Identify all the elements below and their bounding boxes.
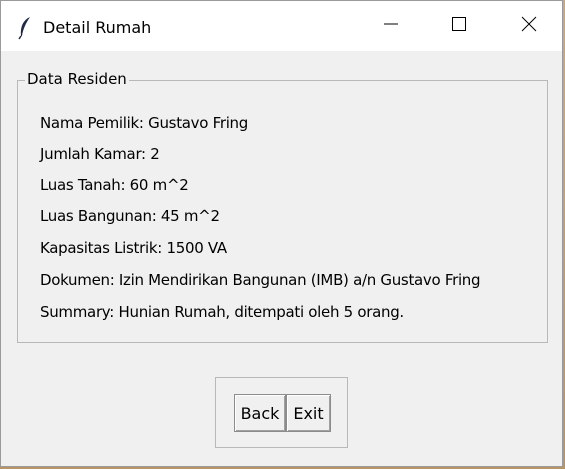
- back-button[interactable]: Back: [234, 394, 286, 432]
- title-bar[interactable]: Detail Rumah: [1, 1, 562, 51]
- exit-button[interactable]: Exit: [286, 394, 331, 432]
- land-area-label: Luas Tanah: 60 m^2: [40, 176, 189, 194]
- maximize-button[interactable]: [425, 1, 493, 51]
- owner-name-label: Nama Pemilik: Gustavo Fring: [40, 114, 248, 132]
- minimize-button[interactable]: [357, 1, 425, 51]
- close-icon: [521, 16, 537, 36]
- feather-icon: [18, 16, 32, 40]
- building-area-label: Luas Bangunan: 45 m^2: [40, 207, 220, 225]
- summary-label: Summary: Hunian Rumah, ditempati oleh 5 …: [40, 303, 404, 321]
- group-legend: Data Residen: [25, 70, 129, 88]
- app-window: Detail Rumah Data Residen Nama Pemilik: …: [0, 0, 563, 467]
- close-button[interactable]: [495, 1, 563, 51]
- maximize-icon: [451, 16, 467, 36]
- document-label: Dokumen: Izin Mendirikan Bangunan (IMB) …: [40, 271, 481, 289]
- minimize-icon: [383, 16, 399, 36]
- room-count-label: Jumlah Kamar: 2: [40, 145, 160, 163]
- electric-capacity-label: Kapasitas Listrik: 1500 VA: [40, 239, 227, 257]
- window-title: Detail Rumah: [43, 18, 152, 37]
